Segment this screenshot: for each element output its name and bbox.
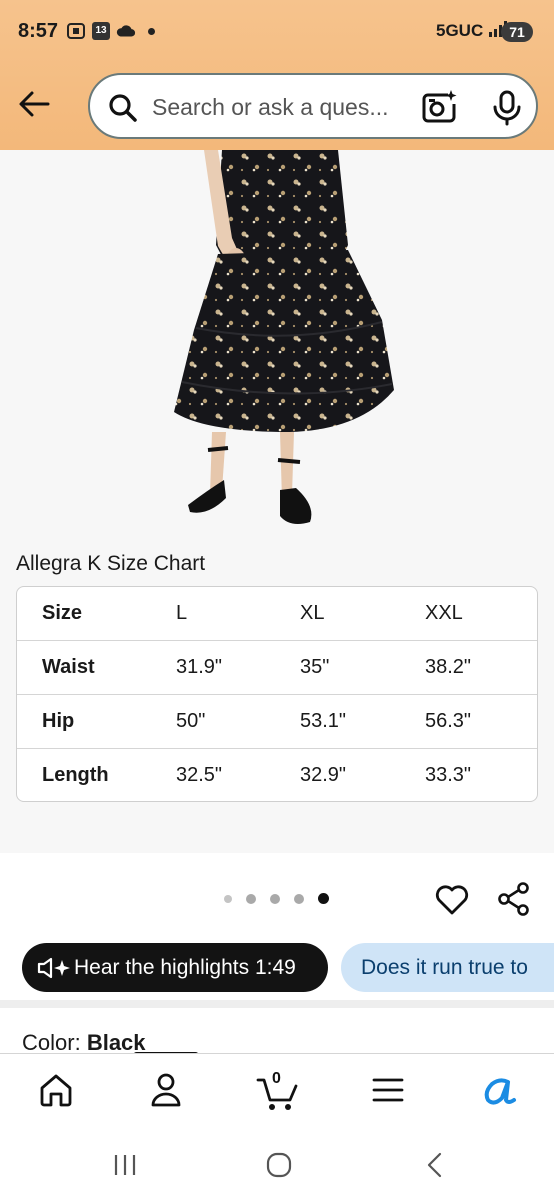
size-chart-title: Allegra K Size Chart (16, 552, 206, 575)
home-circle-icon[interactable] (264, 1150, 294, 1180)
page-dot[interactable] (270, 893, 280, 904)
cloud-icon (116, 25, 136, 37)
header-cell: XXL (425, 602, 463, 624)
back-arrow-icon[interactable] (14, 84, 54, 124)
bottom-navigation: 0 (0, 1053, 554, 1128)
page-dot[interactable] (224, 894, 232, 903)
page-dot[interactable] (246, 893, 256, 904)
size-chart-row-length: Length 32.5" 32.9" 33.3" (17, 749, 537, 801)
notification-dot-icon (148, 27, 155, 35)
microphone-icon[interactable] (490, 89, 524, 127)
section-divider (0, 1000, 554, 1008)
header-cell: L (176, 602, 188, 624)
status-icons: 13 (66, 22, 155, 40)
table-cell: 32.5" (176, 764, 223, 786)
system-back-icon[interactable] (420, 1150, 450, 1180)
dress-product-image (174, 150, 394, 524)
search-bar[interactable]: Search or ask a ques... (88, 73, 538, 139)
table-cell: 35" (300, 656, 330, 678)
recent-apps-icon[interactable] (110, 1150, 140, 1180)
speaker-sparkle-icon (37, 957, 70, 979)
search-input[interactable]: Search or ask a ques... (152, 94, 389, 121)
header-cell: Size (42, 602, 83, 624)
table-cell: 33.3" (425, 764, 472, 786)
color-label: Color: (22, 1030, 81, 1055)
table-cell: 56.3" (425, 710, 472, 732)
cart-button[interactable]: 0 (256, 1070, 302, 1110)
page-dot[interactable] (294, 893, 304, 904)
hear-highlights-label: Hear the highlights 1:49 (74, 956, 296, 979)
app-header: 8:57 13 5GUC 71 Search or ask a ques... (0, 0, 554, 150)
share-icon[interactable] (496, 881, 532, 917)
page-dot-active[interactable] (318, 893, 329, 904)
search-icon (109, 94, 137, 122)
row-label: Waist (42, 656, 95, 678)
status-bar: 8:57 13 5GUC 71 (0, 0, 554, 66)
table-cell: 53.1" (300, 710, 347, 732)
table-cell: 32.9" (300, 764, 347, 786)
hear-highlights-button[interactable]: Hear the highlights 1:49 (22, 943, 328, 992)
row-label: Length (42, 764, 109, 786)
size-chart-table: Size L XL XXL Waist 31.9" 35" 38.2" Hip … (16, 586, 538, 802)
question-suggestion-label: Does it run true to (361, 956, 528, 979)
camera-lens-icon[interactable] (420, 88, 458, 126)
cart-icon (256, 1078, 298, 1110)
status-time: 8:57 (18, 20, 59, 42)
account-icon[interactable] (146, 1070, 186, 1110)
screenshot-icon (67, 23, 85, 39)
calendar-icon: 13 (92, 22, 110, 40)
size-chart-row-waist: Waist 31.9" 35" 38.2" (17, 641, 537, 695)
product-image-gallery[interactable]: Allegra K Size Chart Size L XL XXL Waist… (0, 150, 554, 853)
home-icon[interactable] (36, 1070, 76, 1110)
question-suggestion-chip[interactable]: Does it run true to (341, 943, 554, 992)
size-chart-header-row: Size L XL XXL (17, 587, 537, 641)
system-navigation-bar (0, 1128, 554, 1200)
battery-indicator: 71 (501, 22, 533, 42)
table-cell: 38.2" (425, 656, 472, 678)
gallery-pagination (224, 893, 329, 904)
rufus-assistant-icon[interactable] (478, 1070, 518, 1110)
table-cell: 31.9" (176, 656, 223, 678)
size-chart-row-hip: Hip 50" 53.1" 56.3" (17, 695, 537, 749)
row-label: Hip (42, 710, 75, 732)
menu-icon[interactable] (368, 1070, 408, 1110)
table-cell: 50" (176, 710, 206, 732)
heart-icon[interactable] (434, 881, 470, 917)
header-cell: XL (300, 602, 325, 624)
network-indicator: 5GUC (436, 20, 508, 41)
